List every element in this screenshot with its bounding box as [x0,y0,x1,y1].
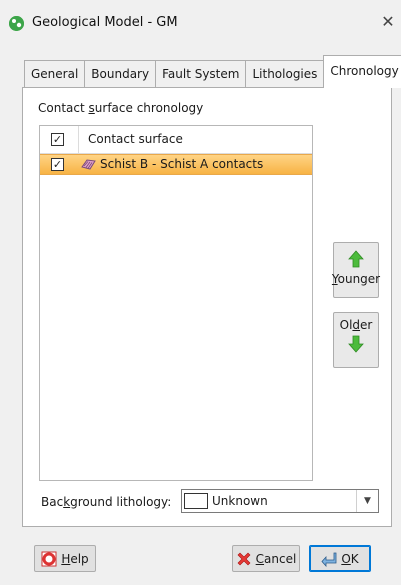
older-post: er [360,318,373,332]
background-lithology-select[interactable]: Unknown ▼ [181,489,379,513]
section-label: Contact surface chronology [38,101,203,115]
cancel-button[interactable]: Cancel [232,545,300,572]
geo-model-icon [9,16,24,31]
younger-button[interactable]: Younger [332,242,380,298]
younger-rest: ounger [337,272,381,286]
older-mnemonic: d [352,318,361,332]
column-divider [78,126,79,154]
contact-surface-list[interactable]: ✓ Contact surface ✓ Schist B - Schist A … [39,125,313,481]
help-label: Help [61,552,88,566]
tab-boundary[interactable]: Boundary [84,60,157,88]
background-lithology-label: Background lithology: [41,495,171,509]
section-label-pre: Contact [38,101,89,115]
older-pre: Ol [339,318,353,332]
help-rest: elp [70,551,89,566]
lithology-color-swatch [184,493,208,509]
help-lifebuoy-icon [41,551,57,567]
header-label: Contact surface [88,132,183,146]
title-bar: Geological Model - GM ✕ [0,0,401,46]
tab-general[interactable]: General [24,60,86,88]
contact-surface-icon [81,157,96,172]
help-button[interactable]: Help [34,545,96,572]
chevron-down-icon[interactable]: ▼ [356,490,378,512]
tab-strip: General Boundary Fault System Lithologie… [24,55,401,88]
row-label: Schist B - Schist A contacts [100,157,264,171]
bg-label-post: ground lithology: [70,495,172,509]
tab-fault-system[interactable]: Fault System [155,60,247,88]
ok-label: OK [341,552,358,566]
list-item[interactable]: ✓ Schist B - Schist A contacts [40,154,312,175]
ok-arrow-icon [321,551,337,567]
older-button[interactable]: Older [333,312,379,368]
header-checkbox[interactable]: ✓ [51,133,64,146]
cancel-label: Cancel [256,552,297,566]
younger-label: Younger [332,272,380,286]
ok-button[interactable]: OK [309,545,371,572]
arrow-up-icon [347,250,365,268]
background-lithology-value: Unknown [212,494,268,508]
close-icon[interactable]: ✕ [379,12,397,32]
section-label-post: urface chronology [94,101,204,115]
help-mnemonic: H [61,551,71,566]
bg-label-pre: Bac [41,495,64,509]
ok-rest: K [350,551,359,566]
row-checkbox[interactable]: ✓ [51,158,64,171]
tab-chronology[interactable]: Chronology [323,55,401,88]
cancel-rest: ancel [264,551,297,566]
older-label: Older [340,318,373,332]
cancel-x-icon [236,551,252,567]
cancel-mnemonic: C [255,551,265,566]
list-header: ✓ Contact surface [40,126,312,154]
ok-mnemonic: O [341,551,351,566]
chronology-panel: Contact surface chronology ✓ Contact sur… [22,87,392,527]
arrow-down-icon [347,335,365,353]
window-title: Geological Model - GM [32,15,178,30]
tab-lithologies[interactable]: Lithologies [245,60,325,88]
